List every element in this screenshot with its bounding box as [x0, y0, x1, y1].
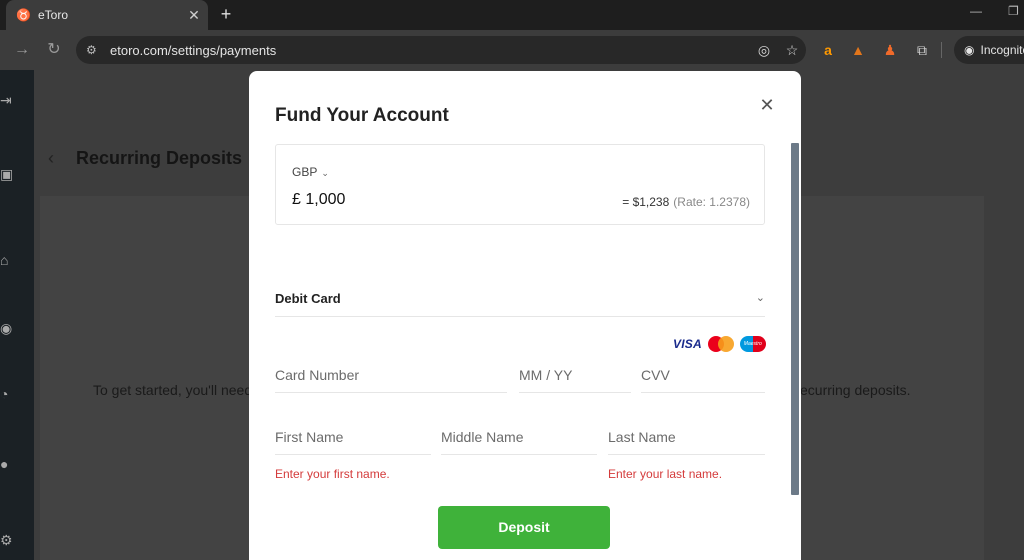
new-tab-icon[interactable]: + [216, 4, 236, 24]
exchange-rate: (Rate: 1.2378) [673, 195, 750, 209]
card-brand-logos: VISA Maestro [673, 336, 766, 352]
tab-title: eToro [38, 8, 69, 22]
close-modal-icon[interactable]: ✕ [757, 95, 777, 115]
expand-sidebar-icon[interactable]: ⇥ [0, 92, 14, 109]
minimize-icon[interactable]: — [970, 4, 982, 18]
modal-scrollbar[interactable] [791, 143, 799, 495]
site-settings-icon[interactable]: ⚙ [86, 43, 104, 57]
visa-logo-icon: VISA [673, 337, 702, 351]
bookmark-star-icon[interactable]: ☆ [778, 42, 806, 59]
fund-account-modal: Fund Your Account ✕ GBP ⌄ £ 1,000 = $1,23… [249, 71, 801, 560]
page-body-text-left: To get started, you'll need [93, 382, 253, 398]
address-bar[interactable]: ⚙ etoro.com/settings/payments ◎ ☆ [76, 36, 806, 64]
last-name-error: Enter your last name. [608, 467, 723, 481]
amount-input[interactable]: £ 1,000 [292, 191, 345, 209]
home-icon[interactable]: ⌂ [0, 252, 14, 268]
tab-bar: ♉ eToro ✕ + — ❐ [0, 0, 1024, 30]
converted-amount: = $1,238 [622, 195, 670, 209]
avatar[interactable]: ▣ [0, 166, 14, 183]
browser-toolbar: → ↻ ⚙ etoro.com/settings/payments ◎ ☆ a … [0, 30, 1024, 70]
amount-box: GBP ⌄ £ 1,000 = $1,238 (Rate: 1.2378) [275, 144, 765, 225]
middle-name-placeholder: Middle Name [441, 429, 524, 445]
payment-method-dropdown[interactable]: Debit Card ⌄ [275, 281, 765, 317]
currency-label: GBP [292, 165, 318, 179]
forward-icon[interactable]: → [12, 40, 32, 60]
deposit-button[interactable]: Deposit [438, 506, 610, 549]
metamask-extension-icon[interactable]: ▲ [848, 40, 868, 60]
last-name-placeholder: Last Name [608, 429, 676, 445]
first-name-placeholder: First Name [275, 429, 344, 445]
mastercard-logo-icon [707, 336, 734, 352]
modal-title: Fund Your Account [275, 105, 449, 126]
watchlist-icon[interactable]: ◉ [0, 320, 14, 337]
last-name-field[interactable]: Last Name [608, 423, 765, 455]
card-number-placeholder: Card Number [275, 367, 360, 383]
page-body-text-right: ecurring deposits. [800, 382, 911, 398]
expiry-placeholder: MM / YY [519, 367, 573, 383]
close-tab-icon[interactable]: ✕ [184, 7, 204, 24]
chevron-down-icon: ⌄ [321, 168, 329, 178]
extension-icon[interactable]: ♟ [880, 40, 900, 60]
toolbar-separator [941, 42, 942, 58]
reload-icon[interactable]: ↻ [44, 40, 64, 60]
puzzle-extensions-icon[interactable]: ⧉ [912, 40, 932, 60]
middle-name-field[interactable]: Middle Name [441, 423, 597, 455]
cvv-placeholder: CVV [641, 367, 670, 383]
maximize-icon[interactable]: ❐ [1008, 4, 1019, 18]
url-text: etoro.com/settings/payments [110, 42, 277, 58]
incognito-label: Incognito [980, 43, 1024, 57]
first-name-field[interactable]: First Name [275, 423, 431, 455]
settings-gear-icon[interactable]: ⚙ [0, 532, 14, 549]
expiry-field[interactable]: MM / YY [519, 361, 631, 393]
eye-off-icon[interactable]: ◎ [750, 42, 778, 59]
page-title: Recurring Deposits [76, 148, 243, 168]
portfolio-icon[interactable]: ◔ [0, 386, 14, 402]
payment-method-label: Debit Card [275, 291, 341, 306]
chevron-down-icon: ⌄ [755, 292, 765, 304]
incognito-icon: ◉ [964, 43, 975, 57]
conversion-info: = $1,238 (Rate: 1.2378) [622, 195, 750, 209]
incognito-indicator[interactable]: ◉ Incognito [954, 36, 1024, 64]
card-number-field[interactable]: Card Number [275, 361, 507, 393]
back-chevron-icon[interactable]: ‹ [48, 148, 54, 169]
left-sidebar: ⇥ ▣ ⌂ ◉ ◔ ● ⚙ [0, 70, 34, 560]
tab-etoro[interactable]: ♉ eToro ✕ [6, 0, 208, 30]
etoro-favicon-icon: ♉ [16, 8, 31, 22]
first-name-error: Enter your first name. [275, 467, 390, 481]
currency-selector[interactable]: GBP ⌄ [292, 165, 329, 179]
cvv-field[interactable]: CVV [641, 361, 765, 393]
maestro-logo-icon: Maestro [739, 336, 766, 352]
amazon-extension-icon[interactable]: a [818, 40, 838, 60]
discover-icon[interactable]: ● [0, 456, 14, 472]
